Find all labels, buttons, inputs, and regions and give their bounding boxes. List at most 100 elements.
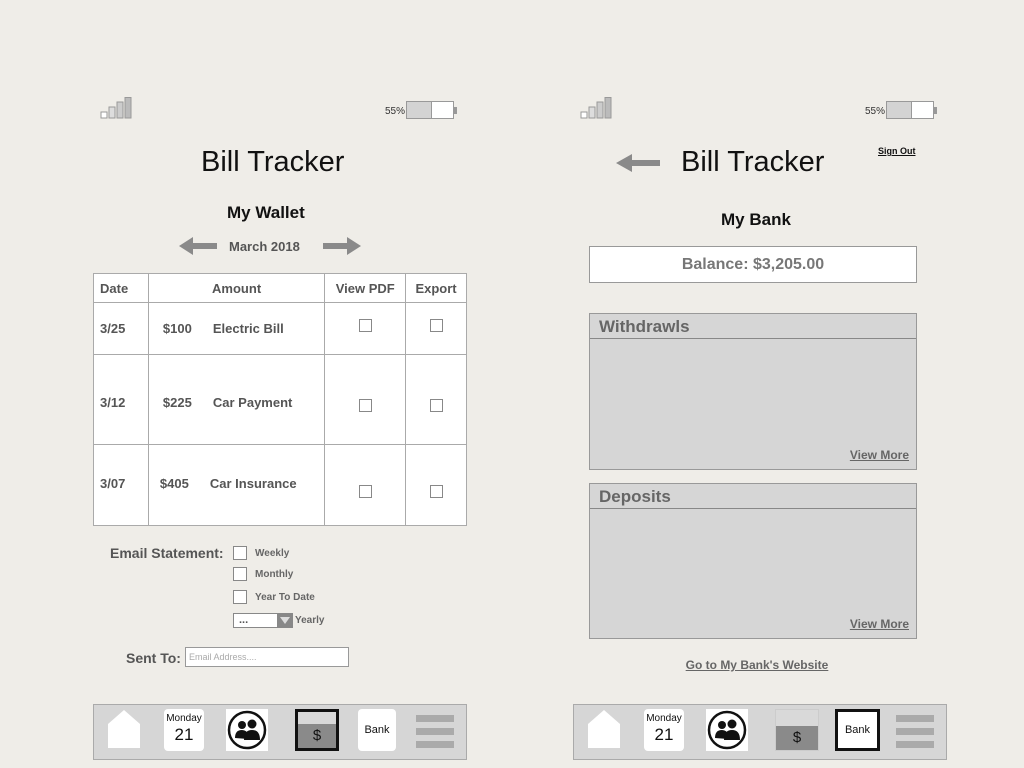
wallet-icon[interactable]: $ [775,709,819,751]
table-row: 3/12 $225 Car Payment [93,354,467,445]
contacts-icon[interactable] [226,709,268,751]
bank-icon[interactable]: Bank [358,709,396,751]
row-date: 3/25 [93,302,149,355]
back-arrow-icon[interactable] [616,152,660,174]
wallet-screen: 55% Bill Tracker My Wallet March 2018 Da… [90,0,470,768]
row-date: 3/07 [93,444,149,526]
app-title: Bill Tracker [201,146,345,178]
calendar-icon[interactable]: Monday 21 [644,709,684,751]
bank-screen: 55% Bill Tracker Sign Out My Bank Balanc… [570,0,950,768]
signal-icon [580,97,612,119]
app-title: Bill Tracker [681,146,825,178]
header-date: Date [93,273,149,303]
month-navigator: March 2018 [179,235,361,257]
signal-icon [100,97,132,119]
calendar-day: Monday [646,713,682,724]
table-row: 3/25 $100 Electric Bill [93,302,467,355]
battery-percent: 55% [385,106,406,117]
row-description: Car Insurance [209,476,297,491]
row-amount-cell: $405 Car Insurance [147,444,326,526]
month-label: March 2018 [229,239,300,254]
sign-out-link[interactable]: Sign Out [878,146,916,156]
bills-table: Date Amount View PDF Export 3/25 $100 Ele… [93,273,467,526]
export-cell [405,302,467,355]
monthly-option[interactable]: Monthly [233,567,293,581]
export-checkbox[interactable] [429,485,443,499]
withdrawals-title: Withdrawls [590,314,916,339]
view-pdf-cell [324,444,407,526]
wallet-icon[interactable]: $ [295,709,339,751]
period-select-group: ... Yearly [233,613,324,628]
row-amount-cell: $225 Car Payment [147,354,326,445]
bank-icon[interactable]: Bank [835,709,880,751]
period-dropdown-value: ... [239,614,249,626]
period-dropdown[interactable]: ... [233,613,293,628]
view-pdf-cell [324,302,407,355]
year-to-date-label: Year To Date [255,591,315,603]
menu-icon[interactable] [416,715,454,749]
export-checkbox[interactable] [429,399,443,413]
deposits-title: Deposits [590,484,916,509]
row-date: 3/12 [93,354,149,445]
bottom-nav: Monday 21 $ Bank [573,704,947,760]
table-header-row: Date Amount View PDF Export [93,273,467,303]
battery-nub [454,107,457,114]
next-month-arrow-icon[interactable] [323,235,361,257]
calendar-date: 21 [174,725,194,744]
battery-percent: 55% [865,106,886,117]
previous-month-arrow-icon[interactable] [179,235,217,257]
export-cell [405,444,467,526]
withdrawals-panel: Withdrawls View More [589,313,917,470]
calendar-icon[interactable]: Monday 21 [164,709,204,751]
battery-fill [887,102,913,118]
header-view-pdf: View PDF [324,273,407,303]
year-to-date-option[interactable]: Year To Date [233,590,315,604]
balance-box: Balance: $3,205.00 [589,246,917,283]
battery-fill [407,102,433,118]
email-address-input[interactable] [185,647,349,667]
export-checkbox[interactable] [429,319,443,333]
row-amount: $100 [162,321,192,336]
calendar-day: Monday [166,713,202,724]
menu-icon[interactable] [896,715,934,749]
weekly-checkbox[interactable] [233,546,247,560]
row-amount: $225 [162,395,192,410]
export-cell [405,354,467,445]
sent-to-label: Sent To: [126,650,181,666]
deposits-panel: Deposits View More [589,483,917,639]
section-title: My Bank [721,210,791,229]
withdrawals-view-more-link[interactable]: View More [850,448,909,462]
row-amount: $405 [159,476,189,491]
header-amount: Amount [147,273,326,303]
contacts-icon[interactable] [706,709,748,751]
year-to-date-checkbox[interactable] [233,590,247,604]
bank-website-link[interactable]: Go to My Bank's Website [570,658,944,672]
view-pdf-checkbox[interactable] [358,319,372,333]
row-amount-cell: $100 Electric Bill [147,302,326,355]
email-statement-label: Email Statement: [110,545,224,561]
monthly-label: Monthly [255,568,294,580]
view-pdf-cell [324,354,407,445]
weekly-option[interactable]: Weekly [233,546,289,560]
view-pdf-checkbox[interactable] [358,485,372,499]
bottom-nav: Monday 21 $ Bank [93,704,467,760]
view-pdf-checkbox[interactable] [358,399,372,413]
battery-icon [406,101,457,119]
row-description: Car Payment [212,395,293,410]
deposits-view-more-link[interactable]: View More [850,617,909,631]
battery-icon [886,101,937,119]
monthly-checkbox[interactable] [233,567,247,581]
header-export: Export [405,273,467,303]
chevron-down-icon[interactable] [277,614,292,627]
wallet-symbol: $ [776,726,818,750]
row-description: Electric Bill [212,321,284,336]
table-row: 3/07 $405 Car Insurance [93,444,467,526]
weekly-label: Weekly [255,547,290,559]
home-icon[interactable] [108,710,140,748]
home-icon[interactable] [588,710,620,748]
calendar-date: 21 [654,725,674,744]
wallet-symbol: $ [298,724,336,748]
yearly-label: Yearly [295,615,325,626]
battery-nub [934,107,937,114]
section-title: My Wallet [227,203,305,222]
